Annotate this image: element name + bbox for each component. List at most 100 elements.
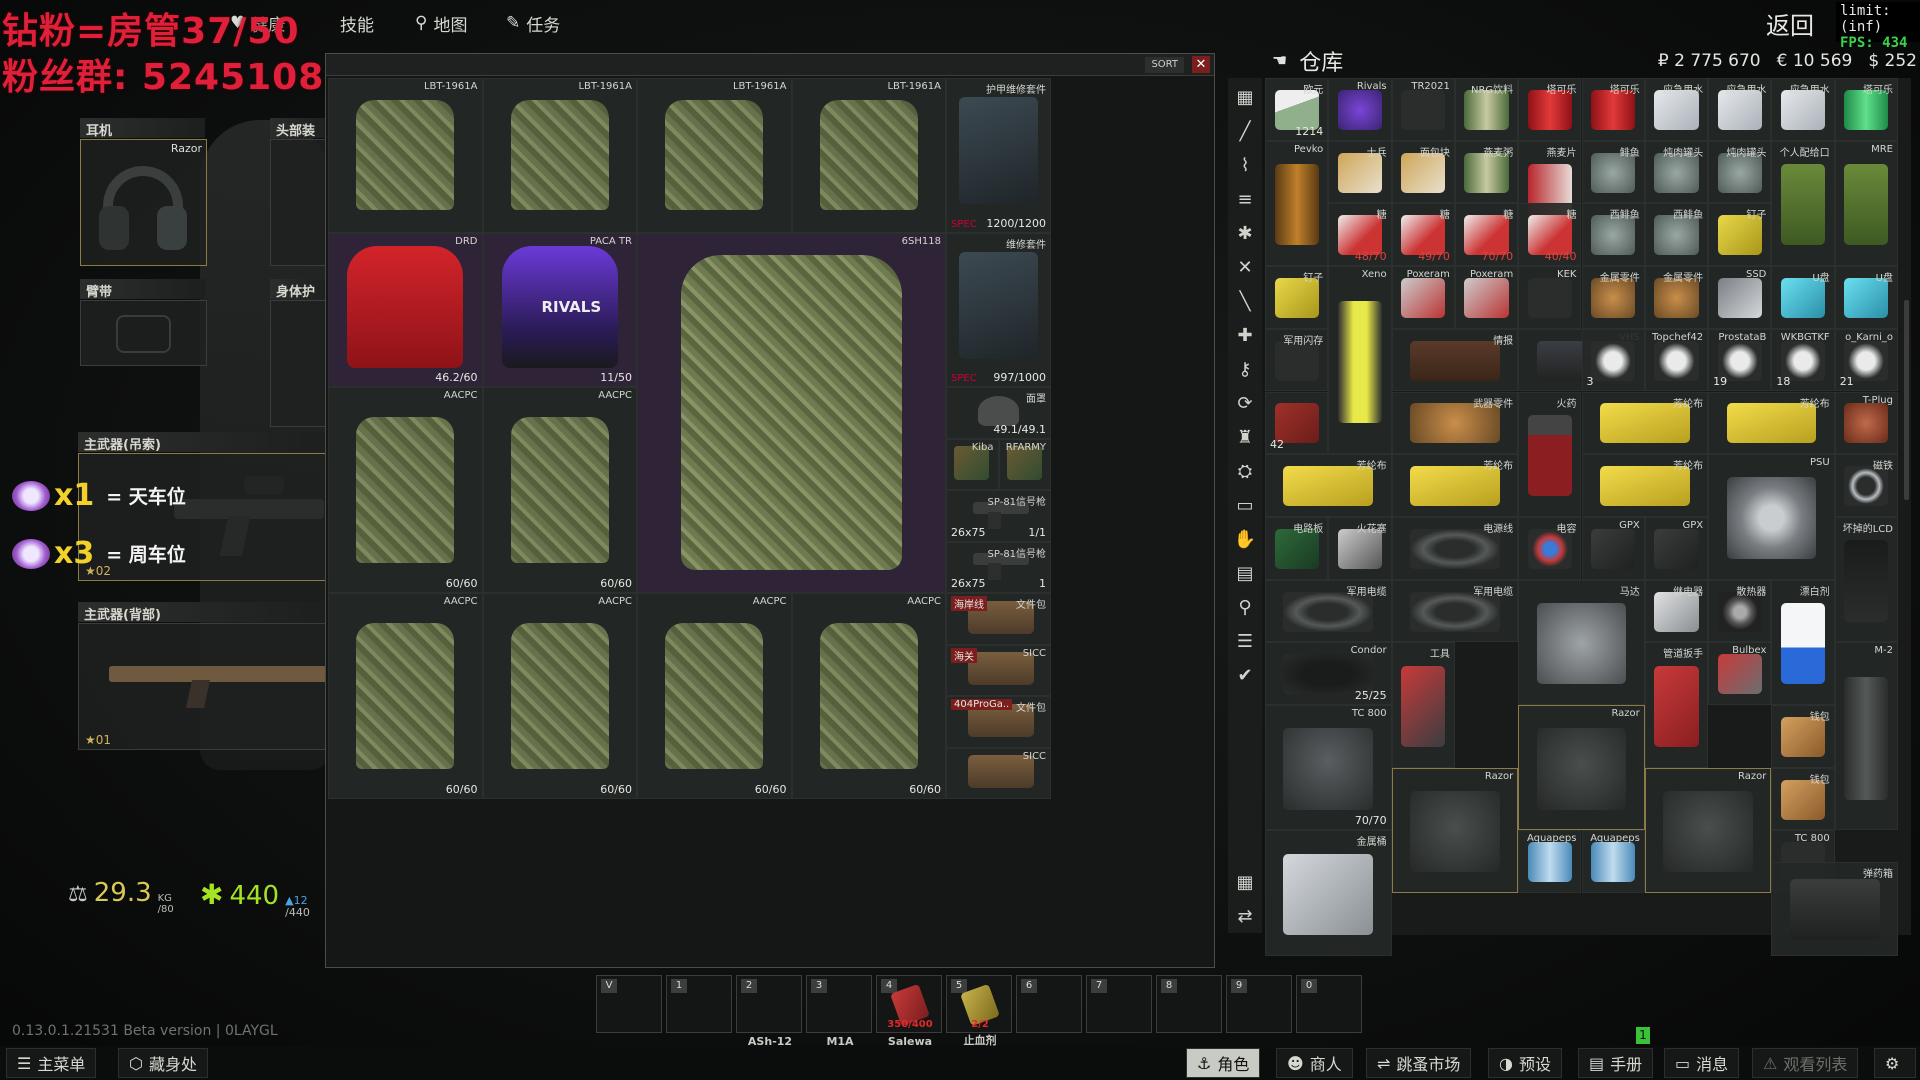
stash-item[interactable]: 金属桶 [1265, 830, 1392, 956]
hotbar-slot-9[interactable]: 9 [1226, 975, 1292, 1033]
notes-filter-icon[interactable]: ☰ [1230, 626, 1260, 656]
stash-scrollbar[interactable] [1904, 300, 1909, 500]
hotbar-slot-8[interactable]: 8 [1156, 975, 1222, 1033]
container-item[interactable]: AACPC 60/60 [482, 593, 637, 799]
headset-slot[interactable]: Razor [80, 139, 207, 266]
hand-filter-icon[interactable]: ✋ [1230, 524, 1260, 554]
stash-item[interactable]: 42 [1265, 391, 1329, 455]
container-item[interactable]: SICC [946, 747, 1052, 799]
stash-item[interactable]: 芳纶布 [1708, 391, 1835, 455]
container-item[interactable]: 维修套件 997/1000 SPEC [946, 232, 1052, 387]
container-item[interactable]: LBT-1961A [791, 78, 946, 233]
stash-item[interactable]: 金属零件 [1644, 266, 1709, 329]
stash-item[interactable]: 西鲱鱼 [1644, 203, 1709, 267]
hotbar-slot-v[interactable]: V [596, 975, 662, 1033]
body-armor-slot[interactable] [270, 300, 330, 427]
flea-market-button[interactable]: ⇌ 跳蚤市场 [1366, 1048, 1472, 1078]
hotbar-slot-1[interactable]: 1 [666, 975, 732, 1033]
container-item[interactable]: 文件包 404ProGa.. [946, 696, 1052, 748]
container-item[interactable]: SICC 海关 [946, 644, 1052, 696]
armband-slot[interactable] [80, 300, 207, 366]
stash-item[interactable]: 芳纶布 [1391, 454, 1519, 517]
stash-item[interactable]: Xeno [1328, 266, 1392, 455]
containers-filter-icon[interactable]: ▭ [1230, 490, 1260, 520]
stash-item[interactable]: 火花塞 [1328, 516, 1392, 580]
stash-item[interactable]: 芳纶布 [1265, 454, 1392, 517]
all-items-filter-icon[interactable]: ▦ [1230, 82, 1260, 112]
stash-item[interactable]: 工具 [1391, 642, 1455, 768]
stash-item[interactable]: 应急用水 [1644, 78, 1709, 141]
stash-item[interactable]: Pevko [1265, 140, 1329, 267]
stash-item[interactable]: 糖 70/70 [1454, 203, 1519, 267]
tab-map[interactable]: ⚲ 地图 [415, 8, 467, 38]
stash-item[interactable]: 坏掉的LCD [1834, 516, 1898, 643]
stash-item[interactable]: 西鲱鱼 [1581, 203, 1645, 267]
container-item[interactable]: LBT-1961A [482, 78, 637, 233]
hotbar-slot-5[interactable]: 5 2/2 止血剂 [946, 975, 1012, 1047]
stash-item[interactable]: 电源线 [1391, 516, 1519, 580]
stash-item[interactable]: 个人配给口 [1771, 140, 1835, 267]
stash-item[interactable]: 鲱鱼 [1581, 140, 1645, 204]
stash-item[interactable]: 电容 [1518, 516, 1582, 580]
stash-item[interactable]: 面包块 [1391, 140, 1455, 204]
stash-item[interactable]: NRG饮料 [1454, 78, 1519, 141]
stash-item[interactable]: Rivals [1328, 78, 1392, 141]
stash-item[interactable]: Poxeram [1454, 266, 1519, 329]
stash-item[interactable]: 军用电缆 [1265, 579, 1392, 643]
container-item[interactable]: AACPC 60/60 [637, 593, 792, 799]
container-item[interactable]: 面罩 49.1/49.1 [946, 387, 1052, 439]
stash-item[interactable]: Condor 25/25 [1265, 642, 1392, 705]
stash-item[interactable]: Razor [1644, 767, 1772, 894]
stash-item[interactable]: ProstataB 19 [1708, 328, 1772, 392]
hotbar-slot-4[interactable]: 4 350/400 Salewa [876, 975, 942, 1048]
container-item[interactable]: SP-81信号枪 1 26x75 [946, 541, 1052, 593]
stash-item[interactable]: Poxeram [1391, 266, 1455, 329]
stash-item[interactable]: M-2 [1834, 642, 1898, 831]
tools-filter-icon[interactable]: ╲ [1230, 286, 1260, 316]
headwear-slot[interactable] [270, 139, 330, 266]
container-item[interactable]: AACPC 60/60 [482, 387, 637, 593]
close-icon[interactable]: ✕ [1192, 56, 1210, 73]
stash-item[interactable]: 糖 49/70 [1391, 203, 1455, 267]
stash-item[interactable]: 芳纶布 [1581, 391, 1709, 455]
gear-filter-icon[interactable]: ⛭ [1230, 456, 1260, 486]
container-item[interactable]: 护甲维修套件 1200/1200 SPEC [946, 78, 1052, 233]
hotbar-slot-3[interactable]: 3 M1A [806, 975, 872, 1048]
messages-button[interactable]: ▭ 消息 [1664, 1048, 1740, 1078]
tab-skills[interactable]: 技能 [340, 8, 374, 38]
stash-item[interactable]: 散热器 [1708, 579, 1772, 643]
container-item[interactable]: DRD 46.2/60 [328, 232, 483, 387]
stash-item[interactable]: 武器零件 [1391, 391, 1519, 455]
character-button[interactable]: ⚓ 角色 [1186, 1048, 1261, 1078]
hotbar-slot-7[interactable]: 7 [1086, 975, 1152, 1033]
hotbar-slot-6[interactable]: 6 [1016, 975, 1082, 1033]
transfer-icon[interactable]: ⇄ [1230, 901, 1260, 931]
mods-filter-icon[interactable]: ≡ [1230, 184, 1260, 214]
stash-item[interactable]: TR2021 [1391, 78, 1455, 141]
stash-item[interactable]: 糖 40/40 [1518, 203, 1582, 267]
tab-tasks[interactable]: ✎ 任务 [506, 8, 560, 38]
stash-item[interactable]: 钉子 [1265, 266, 1329, 329]
stash-item[interactable]: Razor [1518, 705, 1645, 831]
handbook-button[interactable]: ▤ 手册 [1578, 1048, 1654, 1078]
stash-item[interactable]: 漂白剂 [1771, 579, 1835, 705]
container-item[interactable]: AACPC 60/60 [328, 593, 483, 799]
keys-filter-icon[interactable]: ⚷ [1230, 354, 1260, 384]
stash-item[interactable]: o_Karni_o 21 [1834, 328, 1898, 392]
return-button[interactable]: 返回 [1766, 6, 1814, 41]
stash-item[interactable]: GPX [1644, 516, 1709, 580]
stash-item[interactable]: PSU [1708, 454, 1835, 580]
stash-item[interactable]: Bulbex [1708, 642, 1772, 705]
container-item[interactable]: 文件包 海岸线 [946, 593, 1052, 645]
presets-button[interactable]: ◑ 预设 [1488, 1048, 1562, 1078]
stash-item[interactable]: 塔可乐 [1581, 78, 1645, 141]
magazine-filter-icon[interactable]: ⚲ [1230, 592, 1260, 622]
info-filter-icon[interactable]: ▤ [1230, 558, 1260, 588]
container-item[interactable]: AACPC 60/60 [328, 387, 483, 593]
stash-item[interactable]: U盘 [1834, 266, 1898, 329]
stash-item[interactable]: 塔可乐 [1518, 78, 1582, 141]
stash-item[interactable]: KEK [1518, 266, 1582, 329]
stash-item[interactable]: 磁铁 [1834, 454, 1898, 517]
stash-item[interactable]: 马达 [1518, 579, 1645, 705]
stash-item[interactable]: GPX [1581, 516, 1645, 580]
